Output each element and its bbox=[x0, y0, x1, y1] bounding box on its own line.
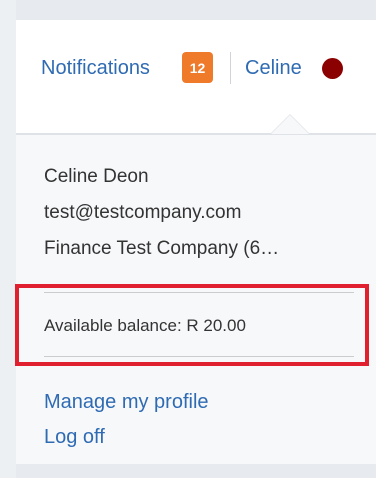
available-balance: Available balance: R 20.00 bbox=[44, 316, 246, 335]
dropdown-caret-icon bbox=[270, 114, 310, 134]
notifications-count: 12 bbox=[189, 59, 206, 76]
bottom-edge bbox=[16, 464, 376, 478]
user-menu-label: Celine bbox=[245, 56, 302, 79]
user-full-name: Celine Deon bbox=[44, 166, 149, 187]
manage-profile-link[interactable]: Manage my profile bbox=[44, 391, 209, 414]
header-divider bbox=[230, 52, 231, 84]
divider-top bbox=[44, 292, 354, 293]
log-off-link[interactable]: Log off bbox=[44, 426, 105, 449]
page: Notifications 12 Celine Celine Deon test… bbox=[0, 0, 376, 478]
notifications-count-badge[interactable]: 12 bbox=[182, 52, 213, 83]
user-status-dot-icon[interactable] bbox=[322, 58, 343, 79]
user-company: Finance Test Company (6… bbox=[44, 238, 280, 259]
divider-bottom bbox=[44, 356, 354, 357]
notifications-label: Notifications bbox=[41, 56, 150, 79]
user-menu-toggle[interactable]: Celine bbox=[245, 56, 302, 80]
notifications-link[interactable]: Notifications bbox=[41, 56, 150, 80]
user-email: test@testcompany.com bbox=[44, 202, 242, 223]
left-sidebar-edge bbox=[0, 0, 16, 478]
